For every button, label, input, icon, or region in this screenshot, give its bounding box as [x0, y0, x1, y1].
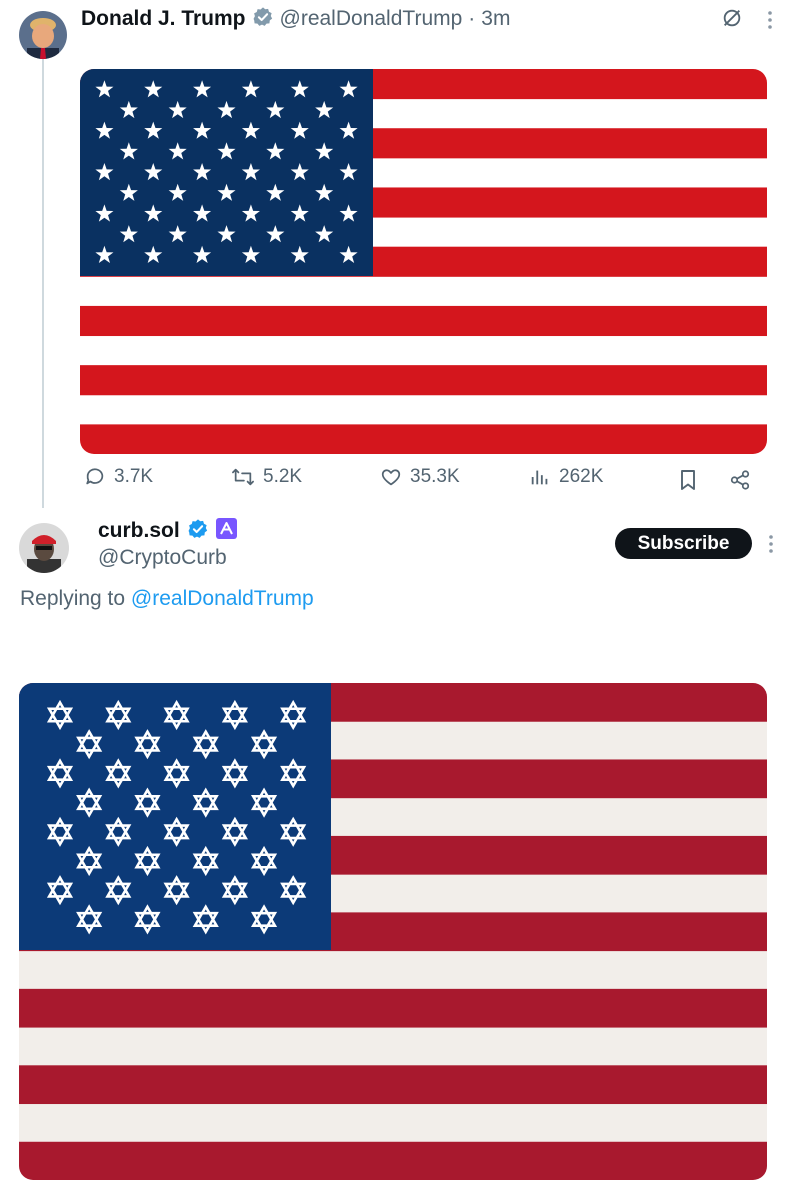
repost-icon — [232, 468, 254, 486]
flag-stripe — [80, 305, 767, 337]
like-count: 35.3K — [410, 466, 460, 487]
flag-stripe — [80, 365, 767, 396]
tweet-media-image[interactable] — [80, 69, 767, 454]
repost-button[interactable]: 5.2K — [231, 466, 302, 488]
reply-button[interactable]: 3.7K — [84, 466, 153, 488]
views-button[interactable]: 262K — [529, 466, 603, 488]
separator-dot: · — [468, 7, 476, 30]
verified-badge-icon — [252, 6, 274, 33]
replying-to-prefix: Replying to — [20, 587, 126, 610]
flag-stripe — [19, 1065, 767, 1105]
reply-count: 3.7K — [114, 466, 154, 487]
author-avatar[interactable] — [19, 11, 67, 59]
views-count: 262K — [559, 466, 604, 487]
verified-badge-icon — [187, 518, 209, 545]
flag-stripe — [19, 1141, 767, 1180]
replying-to-link[interactable]: @realDonaldTrump — [131, 587, 314, 610]
repost-count: 5.2K — [263, 466, 303, 487]
tweet-header: Donald J. Trump @realDonaldTrump · 3m — [81, 4, 510, 34]
reply-author-name[interactable]: curb.sol — [98, 519, 180, 543]
reply-icon — [86, 468, 104, 485]
grok-icon[interactable] — [720, 6, 744, 30]
subscribe-button[interactable]: Subscribe — [615, 528, 752, 559]
author-name[interactable]: Donald J. Trump — [81, 7, 246, 31]
like-button[interactable]: 35.3K — [380, 466, 460, 488]
us-flag-image — [80, 69, 767, 454]
reply-header: curb.sol — [98, 516, 237, 546]
reply-media-image[interactable] — [19, 683, 767, 1180]
flag-stripe — [80, 424, 767, 454]
star-of-david-flag-image — [19, 683, 767, 1180]
more-icon[interactable] — [764, 533, 778, 555]
author-handle[interactable]: @realDonaldTrump — [280, 7, 463, 31]
bookmark-icon[interactable] — [677, 469, 699, 491]
reply-author-handle[interactable]: @CryptoCurb — [98, 546, 227, 570]
timestamp[interactable]: 3m — [481, 7, 510, 31]
premium-icon — [215, 518, 237, 544]
share-icon[interactable] — [728, 469, 752, 491]
flag-canton — [80, 69, 373, 276]
flag-stripe — [19, 988, 767, 1028]
views-icon — [531, 470, 548, 485]
replying-to-line: Replying to @realDonaldTrump — [20, 587, 314, 611]
reply-author-avatar[interactable] — [19, 523, 69, 573]
more-icon[interactable] — [762, 8, 778, 32]
like-icon — [381, 469, 401, 486]
thread-line — [42, 58, 44, 508]
